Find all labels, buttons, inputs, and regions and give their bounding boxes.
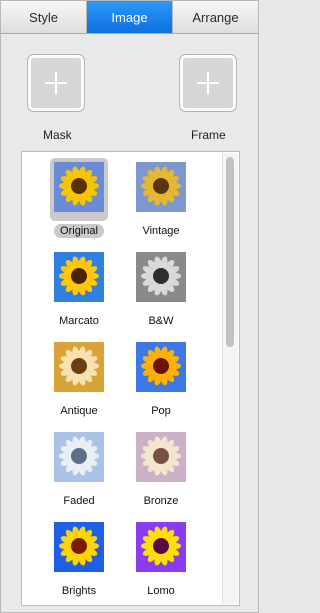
filter-thumbnail-frame xyxy=(50,338,108,401)
filter-label: Antique xyxy=(60,405,98,417)
sunflower-thumbnail-icon xyxy=(54,522,104,572)
filter-thumbnail-frame xyxy=(50,248,108,311)
sunflower-thumbnail-icon xyxy=(54,252,104,302)
filter-item-lomo[interactable]: Lomo xyxy=(121,518,201,599)
inspector-tabs: Style Image Arrange xyxy=(1,1,258,34)
filter-label: Pop xyxy=(151,405,171,417)
filter-list[interactable]: Original Vintage Marcato B&W Antique Pop Faded… xyxy=(21,151,240,606)
sunflower-thumbnail-icon xyxy=(54,432,104,482)
add-frame-button[interactable] xyxy=(179,54,237,112)
sunflower-thumbnail-icon xyxy=(54,342,104,392)
image-inspector-panel: Style Image Arrange Mask Frame Original V… xyxy=(0,0,259,613)
filter-thumbnail-frame xyxy=(132,338,190,401)
filter-label: Bronze xyxy=(143,495,179,507)
filter-label: Faded xyxy=(63,495,95,507)
filter-item-antique[interactable]: Antique xyxy=(39,338,119,419)
filter-item-original[interactable]: Original xyxy=(39,158,119,239)
sunflower-thumbnail-icon xyxy=(136,432,186,482)
tab-arrange[interactable]: Arrange xyxy=(173,1,258,33)
scrollbar-thumb[interactable] xyxy=(226,157,234,347)
sunflower-thumbnail-icon xyxy=(136,342,186,392)
filter-label: Brights xyxy=(61,585,97,597)
sunflower-thumbnail-icon xyxy=(136,162,186,212)
plus-icon xyxy=(45,72,67,94)
filter-thumbnail-frame xyxy=(132,518,190,581)
filter-label: Marcato xyxy=(59,315,99,327)
filter-thumbnail-frame xyxy=(50,428,108,491)
filter-item-marcato[interactable]: Marcato xyxy=(39,248,119,329)
tab-image[interactable]: Image xyxy=(87,1,173,33)
add-mask-button[interactable] xyxy=(27,54,85,112)
filter-label: Vintage xyxy=(142,225,180,237)
tab-style[interactable]: Style xyxy=(1,1,87,33)
filter-label: Original xyxy=(54,224,104,238)
filter-thumbnail-frame xyxy=(132,158,190,221)
sunflower-thumbnail-icon xyxy=(54,162,104,212)
frame-label: Frame xyxy=(191,128,226,142)
mask-label: Mask xyxy=(43,128,72,142)
sunflower-thumbnail-icon xyxy=(136,522,186,572)
filter-label: B&W xyxy=(148,315,174,327)
filter-thumbnail-frame xyxy=(50,518,108,581)
list-scrollbar[interactable] xyxy=(222,153,238,604)
filter-item-brights[interactable]: Brights xyxy=(39,518,119,599)
filter-thumbnail-frame xyxy=(132,428,190,491)
filter-item-b-w[interactable]: B&W xyxy=(121,248,201,329)
plus-icon xyxy=(197,72,219,94)
filter-item-faded[interactable]: Faded xyxy=(39,428,119,509)
filter-label: Lomo xyxy=(147,585,175,597)
filter-item-pop[interactable]: Pop xyxy=(121,338,201,419)
add-mask-tile xyxy=(31,58,81,108)
sunflower-thumbnail-icon xyxy=(136,252,186,302)
filter-item-bronze[interactable]: Bronze xyxy=(121,428,201,509)
filter-item-vintage[interactable]: Vintage xyxy=(121,158,201,239)
add-frame-tile xyxy=(183,58,233,108)
filter-thumbnail-frame xyxy=(50,158,108,221)
filter-thumbnail-frame xyxy=(132,248,190,311)
